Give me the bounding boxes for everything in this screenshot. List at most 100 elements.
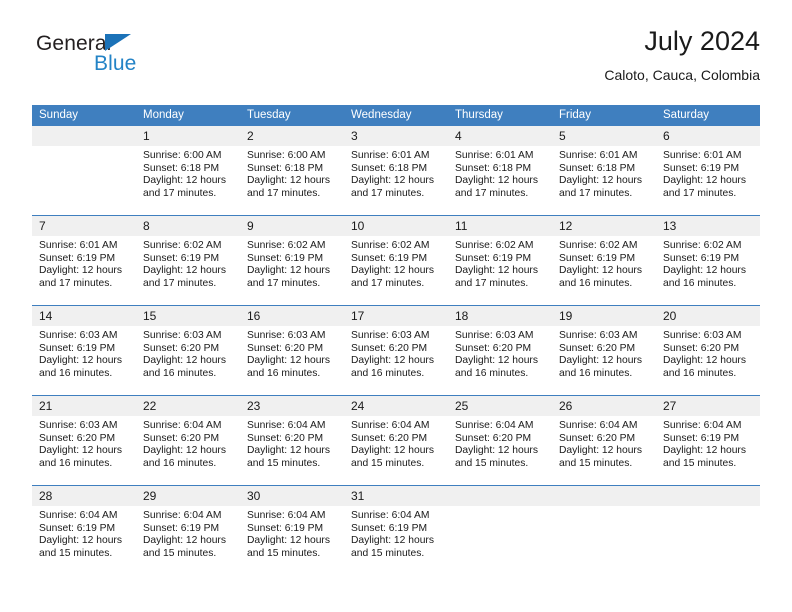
daylight-text: Daylight: 12 hours and 17 minutes. — [351, 265, 434, 289]
daylight-text: Daylight: 12 hours and 17 minutes. — [143, 265, 226, 289]
calendar-week-row: 1 Sunrise: 6:00 AM Sunset: 6:18 PM Dayli… — [32, 126, 760, 216]
daylight-text: Daylight: 12 hours and 15 minutes. — [455, 445, 538, 469]
day-number: 15 — [136, 306, 240, 326]
sunset-text: Sunset: 6:20 PM — [143, 342, 220, 354]
sunset-text: Sunset: 6:20 PM — [351, 342, 428, 354]
sunrise-text: Sunrise: 6:03 AM — [39, 330, 118, 341]
day-info: Sunrise: 6:04 AM Sunset: 6:20 PM Dayligh… — [448, 416, 552, 470]
day-number: 3 — [344, 126, 448, 146]
sunset-text: Sunset: 6:19 PM — [663, 162, 740, 174]
calendar-day-cell[interactable]: 14 Sunrise: 6:03 AM Sunset: 6:19 PM Dayl… — [32, 305, 136, 396]
sunset-text: Sunset: 6:20 PM — [247, 432, 324, 444]
day-number: 31 — [344, 486, 448, 506]
day-number: 12 — [552, 216, 656, 236]
daylight-text: Daylight: 12 hours and 16 minutes. — [39, 355, 122, 379]
calendar-day-cell[interactable]: 24 Sunrise: 6:04 AM Sunset: 6:20 PM Dayl… — [344, 395, 448, 486]
calendar-day-cell[interactable]: 28 Sunrise: 6:04 AM Sunset: 6:19 PM Dayl… — [32, 485, 136, 575]
calendar-day-cell[interactable]: 9 Sunrise: 6:02 AM Sunset: 6:19 PM Dayli… — [240, 215, 344, 306]
calendar-day-cell[interactable]: 2 Sunrise: 6:00 AM Sunset: 6:18 PM Dayli… — [240, 126, 344, 216]
day-info: Sunrise: 6:01 AM Sunset: 6:18 PM Dayligh… — [344, 146, 448, 200]
calendar-day-cell[interactable]: 12 Sunrise: 6:02 AM Sunset: 6:19 PM Dayl… — [552, 215, 656, 306]
day-info: Sunrise: 6:04 AM Sunset: 6:19 PM Dayligh… — [656, 416, 760, 470]
sunrise-text: Sunrise: 6:04 AM — [351, 420, 430, 431]
sunrise-text: Sunrise: 6:04 AM — [247, 510, 326, 521]
day-info: Sunrise: 6:04 AM Sunset: 6:20 PM Dayligh… — [344, 416, 448, 470]
calendar-day-cell[interactable] — [32, 126, 136, 216]
calendar-day-cell[interactable]: 11 Sunrise: 6:02 AM Sunset: 6:19 PM Dayl… — [448, 215, 552, 306]
weekday-header-friday: Friday — [552, 105, 656, 126]
calendar-day-cell[interactable]: 25 Sunrise: 6:04 AM Sunset: 6:20 PM Dayl… — [448, 395, 552, 486]
sunrise-text: Sunrise: 6:04 AM — [455, 420, 534, 431]
daylight-text: Daylight: 12 hours and 15 minutes. — [351, 535, 434, 559]
daylight-text: Daylight: 12 hours and 17 minutes. — [663, 175, 746, 199]
calendar-day-cell[interactable]: 31 Sunrise: 6:04 AM Sunset: 6:19 PM Dayl… — [344, 485, 448, 575]
day-number: 8 — [136, 216, 240, 236]
daylight-text: Daylight: 12 hours and 16 minutes. — [247, 355, 330, 379]
daylight-text: Daylight: 12 hours and 15 minutes. — [39, 535, 122, 559]
day-info: Sunrise: 6:04 AM Sunset: 6:19 PM Dayligh… — [32, 506, 136, 560]
daylight-text: Daylight: 12 hours and 15 minutes. — [247, 535, 330, 559]
calendar-day-cell[interactable]: 27 Sunrise: 6:04 AM Sunset: 6:19 PM Dayl… — [656, 395, 760, 486]
sunset-text: Sunset: 6:19 PM — [351, 522, 428, 534]
sunset-text: Sunset: 6:19 PM — [351, 252, 428, 264]
calendar-day-cell[interactable]: 13 Sunrise: 6:02 AM Sunset: 6:19 PM Dayl… — [656, 215, 760, 306]
sunrise-text: Sunrise: 6:03 AM — [39, 420, 118, 431]
daylight-text: Daylight: 12 hours and 17 minutes. — [247, 265, 330, 289]
calendar-day-cell[interactable]: 17 Sunrise: 6:03 AM Sunset: 6:20 PM Dayl… — [344, 305, 448, 396]
calendar-day-cell[interactable]: 15 Sunrise: 6:03 AM Sunset: 6:20 PM Dayl… — [136, 305, 240, 396]
sunset-text: Sunset: 6:18 PM — [455, 162, 532, 174]
sunrise-text: Sunrise: 6:01 AM — [559, 150, 638, 161]
sunset-text: Sunset: 6:20 PM — [39, 432, 116, 444]
calendar-day-cell[interactable]: 8 Sunrise: 6:02 AM Sunset: 6:19 PM Dayli… — [136, 215, 240, 306]
generalblue-logo: General Blue — [36, 32, 236, 88]
calendar-day-cell[interactable]: 10 Sunrise: 6:02 AM Sunset: 6:19 PM Dayl… — [344, 215, 448, 306]
daylight-text: Daylight: 12 hours and 16 minutes. — [559, 265, 642, 289]
calendar-day-cell[interactable]: 5 Sunrise: 6:01 AM Sunset: 6:18 PM Dayli… — [552, 126, 656, 216]
calendar-day-cell[interactable]: 16 Sunrise: 6:03 AM Sunset: 6:20 PM Dayl… — [240, 305, 344, 396]
day-info: Sunrise: 6:03 AM Sunset: 6:20 PM Dayligh… — [448, 326, 552, 380]
calendar-day-cell[interactable]: 21 Sunrise: 6:03 AM Sunset: 6:20 PM Dayl… — [32, 395, 136, 486]
calendar-day-cell[interactable]: 22 Sunrise: 6:04 AM Sunset: 6:20 PM Dayl… — [136, 395, 240, 486]
calendar-day-cell[interactable]: 1 Sunrise: 6:00 AM Sunset: 6:18 PM Dayli… — [136, 126, 240, 216]
calendar-day-cell[interactable]: 29 Sunrise: 6:04 AM Sunset: 6:19 PM Dayl… — [136, 485, 240, 575]
calendar-table: Sunday Monday Tuesday Wednesday Thursday… — [32, 105, 760, 575]
day-info: Sunrise: 6:03 AM Sunset: 6:19 PM Dayligh… — [32, 326, 136, 380]
calendar-day-cell[interactable] — [448, 485, 552, 575]
calendar-day-cell[interactable]: 3 Sunrise: 6:01 AM Sunset: 6:18 PM Dayli… — [344, 126, 448, 216]
daylight-text: Daylight: 12 hours and 16 minutes. — [663, 355, 746, 379]
calendar-day-cell[interactable]: 30 Sunrise: 6:04 AM Sunset: 6:19 PM Dayl… — [240, 485, 344, 575]
day-number: 14 — [32, 306, 136, 326]
day-number: 20 — [656, 306, 760, 326]
calendar-day-cell[interactable]: 6 Sunrise: 6:01 AM Sunset: 6:19 PM Dayli… — [656, 126, 760, 216]
calendar-day-cell[interactable]: 23 Sunrise: 6:04 AM Sunset: 6:20 PM Dayl… — [240, 395, 344, 486]
sunrise-text: Sunrise: 6:03 AM — [247, 330, 326, 341]
daylight-text: Daylight: 12 hours and 16 minutes. — [663, 265, 746, 289]
day-number: 30 — [240, 486, 344, 506]
logo-triangle-icon — [105, 34, 131, 51]
sunrise-text: Sunrise: 6:02 AM — [455, 240, 534, 251]
day-number: 29 — [136, 486, 240, 506]
day-number: 25 — [448, 396, 552, 416]
calendar-day-cell[interactable] — [656, 485, 760, 575]
calendar-day-cell[interactable]: 19 Sunrise: 6:03 AM Sunset: 6:20 PM Dayl… — [552, 305, 656, 396]
day-number: 4 — [448, 126, 552, 146]
sunset-text: Sunset: 6:20 PM — [455, 432, 532, 444]
calendar-day-cell[interactable]: 26 Sunrise: 6:04 AM Sunset: 6:20 PM Dayl… — [552, 395, 656, 486]
calendar-body: 1 Sunrise: 6:00 AM Sunset: 6:18 PM Dayli… — [32, 126, 760, 575]
day-number: 16 — [240, 306, 344, 326]
calendar-week-row: 14 Sunrise: 6:03 AM Sunset: 6:19 PM Dayl… — [32, 305, 760, 396]
day-info: Sunrise: 6:03 AM Sunset: 6:20 PM Dayligh… — [240, 326, 344, 380]
day-info: Sunrise: 6:04 AM Sunset: 6:19 PM Dayligh… — [136, 506, 240, 560]
day-info: Sunrise: 6:03 AM Sunset: 6:20 PM Dayligh… — [32, 416, 136, 470]
calendar-day-cell[interactable]: 4 Sunrise: 6:01 AM Sunset: 6:18 PM Dayli… — [448, 126, 552, 216]
day-number: 5 — [552, 126, 656, 146]
day-number: 10 — [344, 216, 448, 236]
sunset-text: Sunset: 6:19 PM — [247, 522, 324, 534]
sunrise-text: Sunrise: 6:04 AM — [559, 420, 638, 431]
calendar-day-cell[interactable] — [552, 485, 656, 575]
sunrise-text: Sunrise: 6:03 AM — [559, 330, 638, 341]
calendar-day-cell[interactable]: 7 Sunrise: 6:01 AM Sunset: 6:19 PM Dayli… — [32, 215, 136, 306]
calendar-day-cell[interactable]: 18 Sunrise: 6:03 AM Sunset: 6:20 PM Dayl… — [448, 305, 552, 396]
calendar-day-cell[interactable]: 20 Sunrise: 6:03 AM Sunset: 6:20 PM Dayl… — [656, 305, 760, 396]
sunset-text: Sunset: 6:18 PM — [559, 162, 636, 174]
